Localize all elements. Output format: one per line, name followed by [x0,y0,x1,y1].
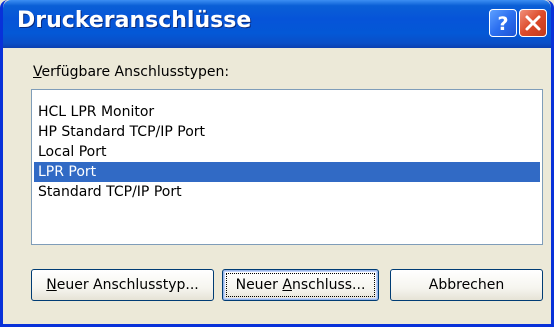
close-icon [525,15,541,31]
window-title: Druckeranschlüsse [17,8,252,33]
mnemonic: N [46,277,57,293]
label-mnemonic: V [33,64,42,80]
new-port-button[interactable]: Neuer Anschluss... [222,269,379,301]
port-types-listbox[interactable]: HCL LPR Monitor HP Standard TCP/IP Port … [31,89,543,245]
printer-ports-dialog: Druckeranschlüsse ? Verfügbare Anschluss… [0,0,554,327]
list-item[interactable]: HCL LPR Monitor [34,102,540,122]
list-item[interactable]: HP Standard TCP/IP Port [34,122,540,142]
svg-text:?: ? [497,13,508,35]
button-label: euer Anschlusstyp... [56,277,199,293]
list-item[interactable]: Standard TCP/IP Port [34,182,540,202]
label-text: erfügbare Anschlusstypen: [41,64,230,80]
title-bar[interactable]: Druckeranschlüsse ? [3,0,551,48]
help-icon: ? [497,13,508,35]
focus-rectangle [226,273,375,297]
close-button[interactable] [519,9,547,37]
new-port-type-button[interactable]: Neuer Anschlusstyp... [31,269,214,301]
available-port-types-label: Verfügbare Anschlusstypen: [33,64,229,80]
list-item-selected[interactable]: LPR Port [34,162,540,182]
help-button[interactable]: ? [489,9,517,37]
list-item[interactable]: Local Port [34,142,540,162]
cancel-button[interactable]: Abbrechen [390,269,543,301]
